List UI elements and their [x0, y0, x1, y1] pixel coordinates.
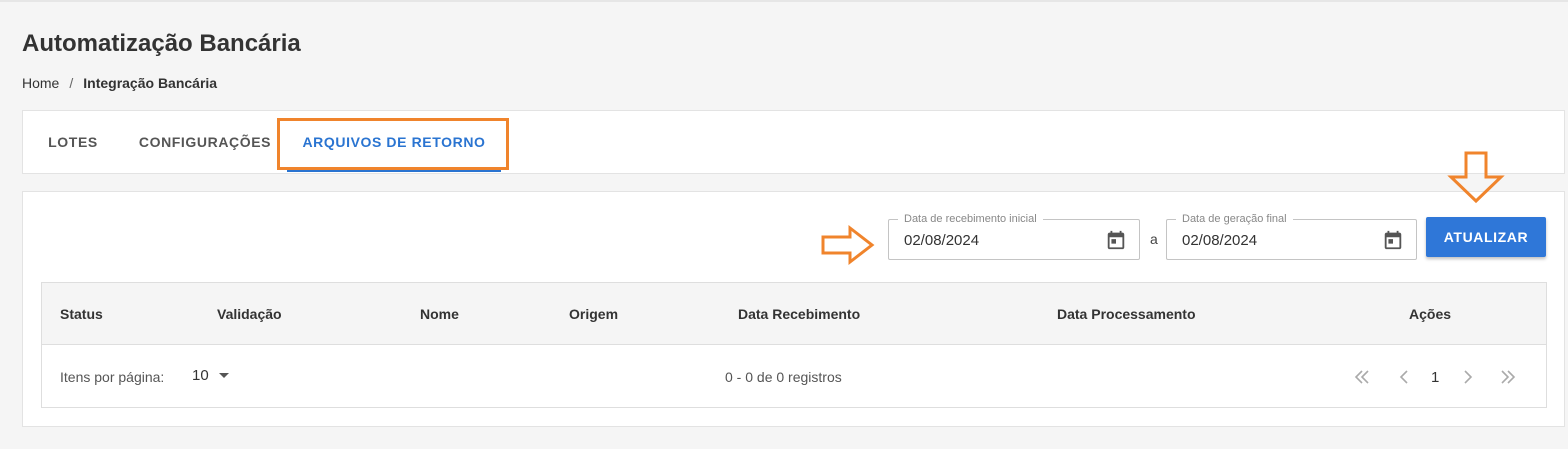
end-date-field[interactable]: Data de geração final 02/08/2024: [1166, 212, 1417, 260]
start-date-label: Data de recebimento inicial: [898, 212, 1043, 226]
tab-configuracoes[interactable]: CONFIGURAÇÕES: [123, 111, 287, 173]
files-table: Status Validação Nome Origem Data Recebi…: [41, 282, 1547, 408]
records-range-text: 0 - 0 de 0 registros: [725, 369, 842, 385]
column-status[interactable]: Status: [60, 306, 103, 322]
column-validacao[interactable]: Validação: [217, 306, 282, 322]
items-per-page-select[interactable]: 10: [192, 367, 229, 384]
last-page-icon[interactable]: [1498, 367, 1518, 387]
current-page-number[interactable]: 1: [1431, 369, 1439, 386]
breadcrumb-current: Integração Bancária: [83, 75, 218, 91]
start-date-value: 02/08/2024: [904, 232, 980, 249]
end-date-label: Data de geração final: [1176, 212, 1293, 226]
active-tab-indicator: [287, 170, 501, 172]
breadcrumb-home[interactable]: Home: [22, 75, 59, 91]
breadcrumb-separator: /: [69, 75, 74, 91]
start-date-field[interactable]: Data de recebimento inicial 02/08/2024: [888, 212, 1140, 260]
tab-lotes[interactable]: LOTES: [23, 111, 123, 173]
tab-arquivos-de-retorno[interactable]: ARQUIVOS DE RETORNO: [287, 111, 501, 173]
next-page-icon[interactable]: [1458, 367, 1478, 387]
table-pagination: Itens por página: 10 0 - 0 de 0 registro…: [42, 345, 1546, 407]
first-page-icon[interactable]: [1352, 367, 1372, 387]
calendar-icon[interactable]: [1105, 229, 1127, 251]
items-per-page-value: 10: [192, 367, 209, 384]
date-range-separator: a: [1150, 231, 1158, 247]
top-border: [0, 0, 1568, 2]
page-title: Automatização Bancária: [22, 30, 301, 57]
breadcrumb: Home / Integração Bancária: [22, 75, 217, 91]
column-data-processamento[interactable]: Data Processamento: [1057, 306, 1196, 322]
chevron-down-icon: [218, 373, 229, 378]
column-nome[interactable]: Nome: [420, 306, 459, 322]
table-header: Status Validação Nome Origem Data Recebi…: [42, 283, 1546, 345]
column-data-recebimento[interactable]: Data Recebimento: [738, 306, 860, 322]
update-button[interactable]: ATUALIZAR: [1426, 217, 1546, 257]
column-origem[interactable]: Origem: [569, 306, 618, 322]
previous-page-icon[interactable]: [1394, 367, 1414, 387]
tabs-bar: LOTES CONFIGURAÇÕES ARQUIVOS DE RETORNO: [22, 110, 1565, 174]
column-acoes: Ações: [1409, 306, 1452, 322]
calendar-icon[interactable]: [1382, 229, 1404, 251]
end-date-value: 02/08/2024: [1182, 232, 1258, 249]
items-per-page-label: Itens por página:: [60, 369, 165, 385]
